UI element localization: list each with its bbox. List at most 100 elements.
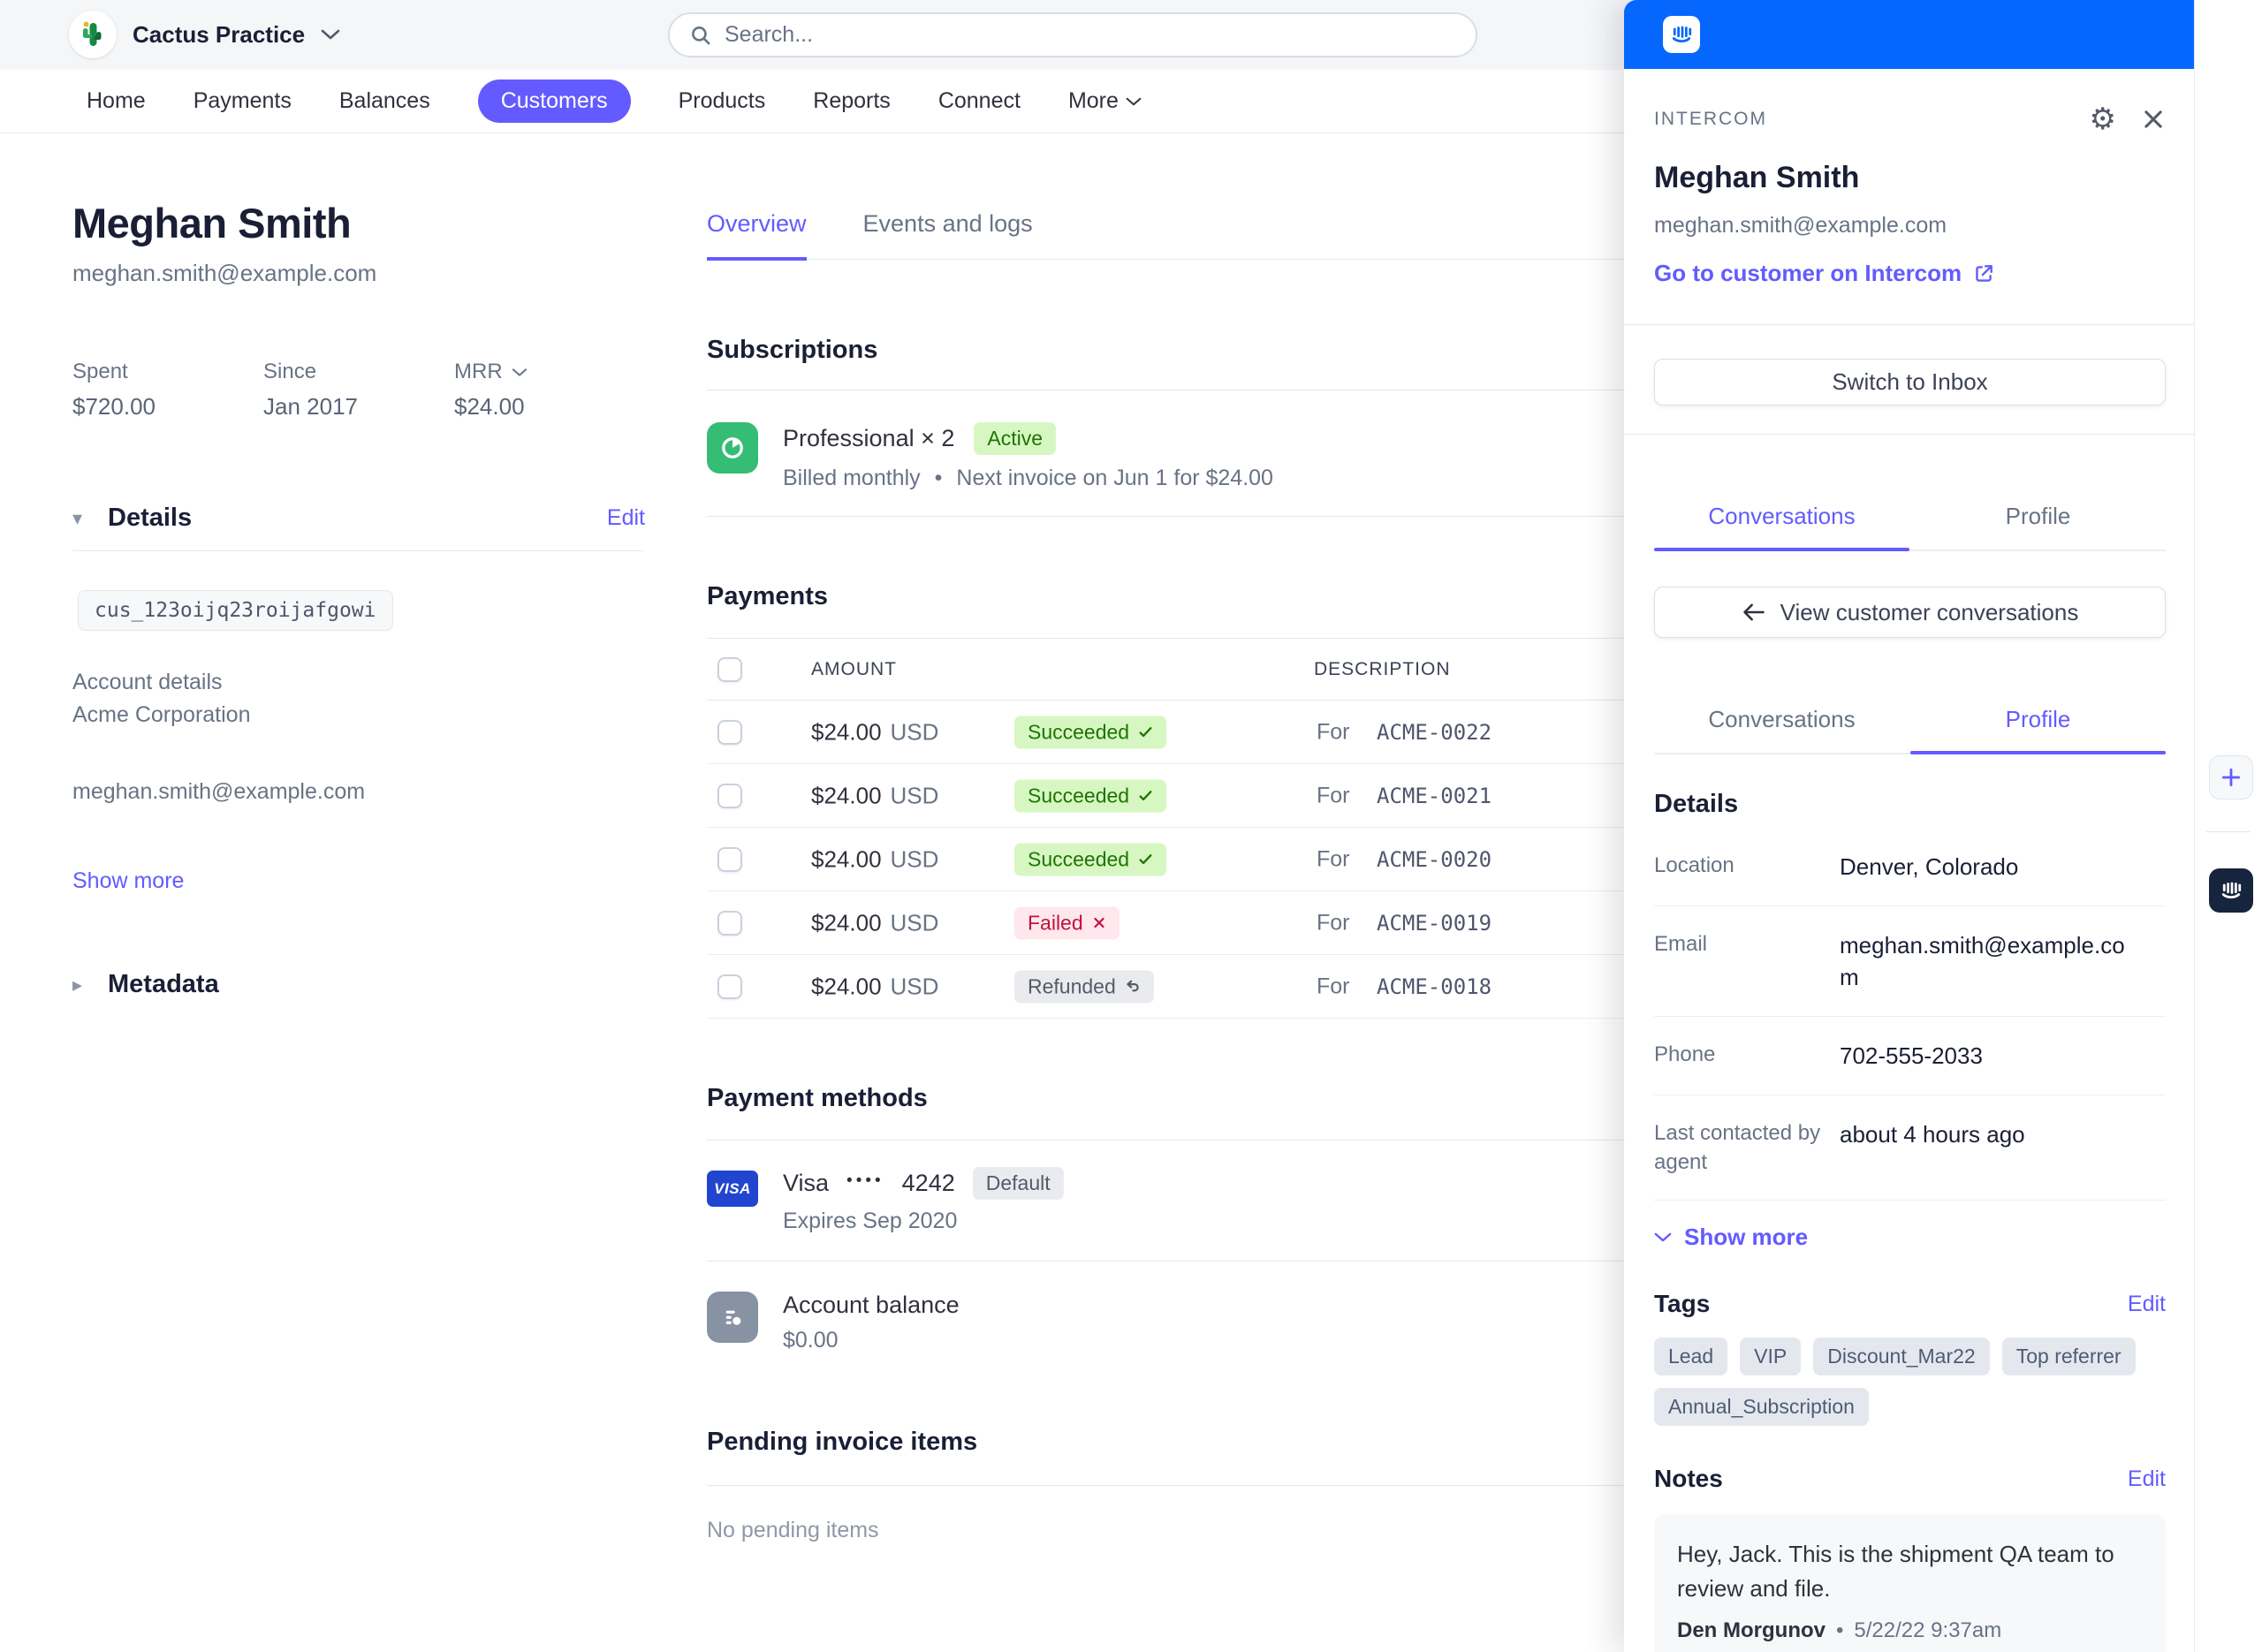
divider: [707, 516, 1624, 517]
divider: [72, 550, 643, 551]
detail-tabs: Overview Events and logs: [707, 210, 1624, 260]
next-invoice: Next invoice on Jun 1 for $24.00: [956, 466, 1273, 491]
tab-profile[interactable]: Profile: [1910, 503, 2166, 530]
intercom-app-button[interactable]: [2209, 868, 2253, 913]
tab-conversations[interactable]: Conversations: [1654, 706, 1909, 733]
app-dock: [2194, 0, 2262, 1652]
nav-item-customers[interactable]: Customers: [478, 80, 631, 123]
card-brand: Visa: [783, 1170, 829, 1197]
row-checkbox[interactable]: [717, 784, 742, 808]
column-description: DESCRIPTION: [1314, 659, 1451, 680]
currency: USD: [891, 718, 939, 745]
panel-tabs-top: Conversations Profile: [1654, 435, 2166, 551]
details-edit-button[interactable]: Edit: [607, 505, 645, 531]
detail-value: meghan.smith@example.com: [1840, 929, 2140, 993]
status-label: Succeeded: [1028, 847, 1129, 871]
chevron-down-icon: [321, 28, 340, 41]
detail-value: about 4 hours ago: [1840, 1118, 2140, 1177]
nav-item-products[interactable]: Products: [679, 88, 766, 114]
account-name: Cactus Practice: [133, 21, 305, 49]
caret-down-icon[interactable]: ▾: [72, 507, 108, 530]
status-badge-refunded: Refunded: [1014, 970, 1154, 1003]
nav-item-reports[interactable]: Reports: [813, 88, 891, 114]
external-link-icon: [1972, 262, 1995, 285]
row-checkbox[interactable]: [717, 847, 742, 872]
stat-since-value: Jan 2017: [263, 393, 454, 421]
card-row[interactable]: VISA Visa •••• 4242 Default Expires Sep …: [707, 1167, 1624, 1234]
select-all-checkbox[interactable]: [717, 657, 742, 682]
nav-item-payments[interactable]: Payments: [194, 88, 292, 114]
nav-item-balances[interactable]: Balances: [339, 88, 430, 114]
detail-value: 702-555-2033: [1840, 1040, 2140, 1072]
close-icon[interactable]: [2141, 107, 2166, 132]
app-title-row: INTERCOM ⚙: [1654, 104, 2166, 134]
add-app-button[interactable]: [2209, 755, 2253, 799]
payment-row[interactable]: $24.00USD Succeeded For ACME-0021: [707, 764, 1624, 828]
row-checkbox[interactable]: [717, 720, 742, 745]
tags-header: Tags Edit: [1654, 1290, 2166, 1318]
customer-detail-main: Overview Events and logs Subscriptions P…: [707, 210, 1624, 1543]
invoice-id: ACME-0019: [1377, 911, 1492, 936]
status-badge-failed: Failed: [1014, 906, 1120, 939]
tab-overview[interactable]: Overview: [707, 210, 807, 261]
tab-events-and-logs[interactable]: Events and logs: [863, 210, 1033, 259]
stat-mrr-value: $24.00: [454, 393, 645, 421]
nav-item-home[interactable]: Home: [87, 88, 146, 114]
payment-row[interactable]: $24.00USD Failed For ACME-0019: [707, 891, 1624, 955]
for-label: For: [1317, 974, 1350, 999]
amount: $24.00: [811, 782, 882, 808]
nav-item-connect[interactable]: Connect: [938, 88, 1021, 114]
stat-mrr: MRR $24.00: [454, 360, 645, 421]
for-label: For: [1317, 719, 1350, 745]
metadata-header[interactable]: ▸ Metadata: [72, 970, 645, 999]
gear-icon[interactable]: ⚙: [2090, 104, 2116, 134]
customer-id-pill[interactable]: cus_123oijq23roijafgowi: [78, 590, 393, 631]
bullet-separator: •: [1836, 1618, 1843, 1643]
nav-item-more[interactable]: More: [1068, 88, 1142, 114]
amount: $24.00: [811, 909, 882, 936]
panel-show-more-link[interactable]: Show more: [1654, 1224, 2166, 1251]
balance-title: Account balance: [783, 1292, 960, 1319]
payment-methods-section: Payment methods VISA Visa •••• 4242 Defa…: [707, 1084, 1624, 1353]
tab-active-underline: [1910, 751, 2166, 754]
row-checkbox[interactable]: [717, 974, 742, 999]
tab-profile[interactable]: Profile: [1910, 706, 2166, 733]
nav-more-label: More: [1068, 88, 1119, 114]
divider: [707, 1485, 1624, 1486]
tags-edit-button[interactable]: Edit: [2128, 1292, 2166, 1317]
account-balance-row[interactable]: Account balance $0.00: [707, 1292, 1624, 1353]
caret-right-icon: ▸: [72, 974, 108, 997]
notes-edit-button[interactable]: Edit: [2128, 1466, 2166, 1492]
chevron-down-icon[interactable]: [512, 368, 528, 377]
go-to-intercom-link[interactable]: Go to customer on Intercom: [1654, 260, 2166, 287]
customer-summary: Meghan Smith meghan.smith@example.com Sp…: [72, 199, 645, 999]
view-customer-conversations-button[interactable]: View customer conversations: [1654, 587, 2166, 638]
subscription-row[interactable]: Professional × 2 Active Billed monthly •…: [707, 422, 1624, 491]
search-input[interactable]: [725, 22, 1414, 48]
panel-details-title: Details: [1654, 790, 2166, 819]
pending-title: Pending invoice items: [707, 1428, 1624, 1457]
account-switcher[interactable]: Cactus Practice: [69, 11, 340, 58]
for-label: For: [1317, 783, 1350, 808]
search-box[interactable]: [668, 12, 1477, 57]
switch-to-inbox-button[interactable]: Switch to Inbox: [1654, 359, 2166, 405]
pending-empty-state: No pending items: [707, 1518, 1624, 1543]
payment-row[interactable]: $24.00USD Succeeded For ACME-0022: [707, 701, 1624, 764]
details-show-more-link[interactable]: Show more: [72, 868, 645, 894]
tab-conversations[interactable]: Conversations: [1654, 503, 1909, 530]
page-title: Meghan Smith: [72, 199, 645, 247]
tag-pill: Discount_Mar22: [1813, 1338, 1989, 1375]
detail-row-phone: Phone 702-555-2033: [1654, 1017, 2166, 1095]
detail-row-email: Email meghan.smith@example.com: [1654, 906, 2166, 1017]
status-label: Active: [987, 427, 1043, 451]
payment-row[interactable]: $24.00USD Refunded For ACME-0018: [707, 955, 1624, 1019]
payments-title: Payments: [707, 582, 1624, 611]
status-label: Succeeded: [1028, 720, 1129, 744]
card-expiry: Expires Sep 2020: [783, 1209, 1064, 1234]
card-last4: 4242: [902, 1170, 955, 1197]
subscription-plan: Professional × 2: [783, 425, 954, 452]
detail-label: Last contacted by agent: [1654, 1118, 1840, 1177]
row-checkbox[interactable]: [717, 911, 742, 936]
payment-row[interactable]: $24.00USD Succeeded For ACME-0020: [707, 828, 1624, 891]
tab-active-underline: [1654, 548, 1909, 551]
